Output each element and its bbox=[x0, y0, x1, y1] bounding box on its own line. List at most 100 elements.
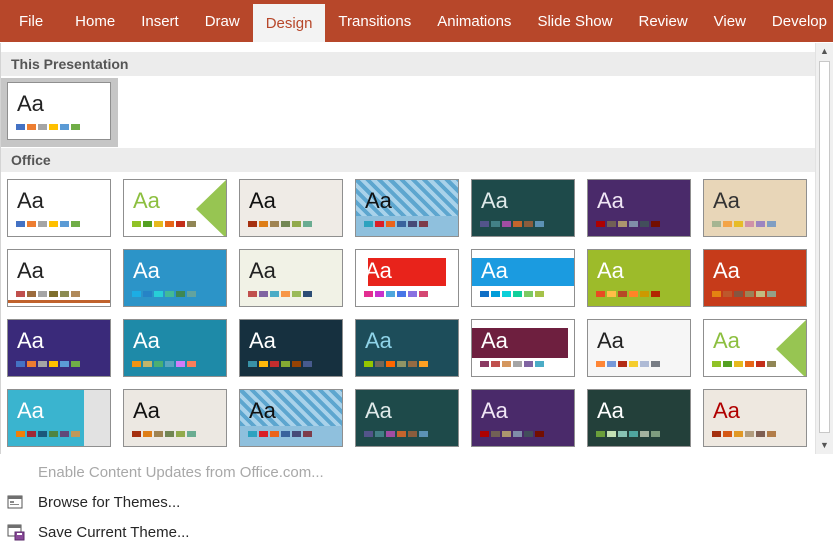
theme-tile[interactable]: Aa bbox=[587, 319, 691, 377]
theme-color-swatches bbox=[248, 361, 312, 367]
scroll-down-icon[interactable]: ▼ bbox=[816, 437, 833, 454]
theme-color-swatches bbox=[16, 221, 80, 227]
color-swatch bbox=[502, 291, 511, 297]
color-swatch bbox=[49, 124, 58, 130]
theme-color-swatches bbox=[712, 221, 776, 227]
color-swatch bbox=[16, 221, 25, 227]
color-swatch bbox=[303, 221, 312, 227]
color-swatch bbox=[259, 361, 268, 367]
theme-tile[interactable]: Aa bbox=[471, 179, 575, 237]
color-swatch bbox=[38, 221, 47, 227]
theme-tile[interactable]: Aa bbox=[239, 319, 343, 377]
theme-tile[interactable]: Aa bbox=[7, 319, 111, 377]
browse-for-themes-label: Browse for Themes... bbox=[38, 493, 181, 511]
tab-review[interactable]: Review bbox=[625, 0, 700, 42]
theme-tile[interactable]: Aa bbox=[7, 179, 111, 237]
tab-design[interactable]: Design bbox=[252, 4, 326, 42]
gallery-scrollbar[interactable]: ▲ ▼ bbox=[815, 43, 833, 454]
color-swatch bbox=[491, 291, 500, 297]
tab-draw[interactable]: Draw bbox=[192, 0, 253, 42]
theme-color-swatches bbox=[364, 431, 428, 437]
theme-tile[interactable]: Aa bbox=[587, 249, 691, 307]
tab-view[interactable]: View bbox=[701, 0, 759, 42]
tab-insert[interactable]: Insert bbox=[128, 0, 192, 42]
color-swatch bbox=[535, 291, 544, 297]
color-swatch bbox=[502, 361, 511, 367]
color-swatch bbox=[712, 431, 721, 437]
theme-preview-label: Aa bbox=[17, 398, 44, 423]
tab-transitions[interactable]: Transitions bbox=[325, 0, 424, 42]
browse-for-themes-item[interactable]: Browse for Themes... bbox=[0, 487, 833, 517]
theme-tile[interactable]: Aa bbox=[703, 179, 807, 237]
color-swatch bbox=[386, 431, 395, 437]
theme-tile[interactable]: Aa bbox=[355, 249, 459, 307]
enable-content-updates-item: Enable Content Updates from Office.com..… bbox=[0, 457, 833, 487]
tab-developer[interactable]: Develop bbox=[759, 0, 833, 42]
color-swatch bbox=[596, 431, 605, 437]
theme-color-swatches bbox=[16, 361, 80, 367]
color-swatch bbox=[408, 221, 417, 227]
color-swatch bbox=[712, 291, 721, 297]
color-swatch bbox=[292, 291, 301, 297]
scroll-thumb[interactable] bbox=[819, 61, 830, 433]
theme-tile-current[interactable]: Aa bbox=[7, 82, 111, 140]
theme-tile[interactable]: Aa bbox=[123, 249, 227, 307]
theme-tile[interactable]: Aa bbox=[471, 389, 575, 447]
color-swatch bbox=[143, 291, 152, 297]
theme-tile[interactable]: Aa bbox=[239, 179, 343, 237]
color-swatch bbox=[248, 291, 257, 297]
theme-tile[interactable]: Aa bbox=[7, 249, 111, 307]
color-swatch bbox=[281, 291, 290, 297]
color-swatch bbox=[27, 291, 36, 297]
theme-tile[interactable]: Aa bbox=[123, 319, 227, 377]
color-swatch bbox=[248, 431, 257, 437]
enable-content-updates-label: Enable Content Updates from Office.com..… bbox=[38, 463, 324, 481]
tab-slide-show[interactable]: Slide Show bbox=[524, 0, 625, 42]
theme-tile[interactable]: Aa bbox=[355, 319, 459, 377]
theme-tile[interactable]: Aa bbox=[587, 389, 691, 447]
scroll-up-icon[interactable]: ▲ bbox=[816, 43, 833, 60]
save-current-theme-item[interactable]: Save Current Theme... bbox=[0, 517, 833, 547]
theme-tile[interactable]: Aa bbox=[703, 319, 807, 377]
theme-color-swatches bbox=[132, 431, 196, 437]
theme-color-swatches bbox=[16, 291, 80, 297]
theme-tile[interactable]: Aa bbox=[239, 249, 343, 307]
theme-tile[interactable]: Aa bbox=[471, 319, 575, 377]
color-swatch bbox=[480, 221, 489, 227]
theme-tile[interactable]: Aa bbox=[123, 179, 227, 237]
color-swatch bbox=[16, 361, 25, 367]
theme-preview-label: Aa bbox=[481, 258, 508, 283]
color-swatch bbox=[165, 291, 174, 297]
color-swatch bbox=[734, 221, 743, 227]
tab-animations[interactable]: Animations bbox=[424, 0, 524, 42]
color-swatch bbox=[502, 221, 511, 227]
color-swatch bbox=[618, 431, 627, 437]
theme-color-swatches bbox=[248, 431, 312, 437]
color-swatch bbox=[281, 431, 290, 437]
tab-home[interactable]: Home bbox=[62, 0, 128, 42]
theme-tile[interactable]: Aa bbox=[703, 249, 807, 307]
color-swatch bbox=[745, 291, 754, 297]
color-swatch bbox=[513, 291, 522, 297]
color-swatch bbox=[16, 431, 25, 437]
theme-tile[interactable]: Aa bbox=[7, 389, 111, 447]
theme-tile[interactable]: Aa bbox=[355, 389, 459, 447]
color-swatch bbox=[629, 221, 638, 227]
color-swatch bbox=[419, 291, 428, 297]
theme-tile[interactable]: Aa bbox=[703, 389, 807, 447]
color-swatch bbox=[27, 124, 36, 130]
color-swatch bbox=[723, 431, 732, 437]
color-swatch bbox=[640, 221, 649, 227]
tab-file[interactable]: File bbox=[0, 0, 62, 42]
theme-tile[interactable]: Aa bbox=[355, 179, 459, 237]
theme-preview-label: Aa bbox=[365, 398, 392, 423]
theme-preview-label: Aa bbox=[481, 188, 508, 213]
theme-tile[interactable]: Aa bbox=[587, 179, 691, 237]
color-swatch bbox=[397, 291, 406, 297]
theme-tile[interactable]: Aa bbox=[123, 389, 227, 447]
color-swatch bbox=[629, 291, 638, 297]
theme-tile[interactable]: Aa bbox=[239, 389, 343, 447]
color-swatch bbox=[524, 221, 533, 227]
theme-preview-label: Aa bbox=[249, 398, 276, 423]
theme-tile[interactable]: Aa bbox=[471, 249, 575, 307]
